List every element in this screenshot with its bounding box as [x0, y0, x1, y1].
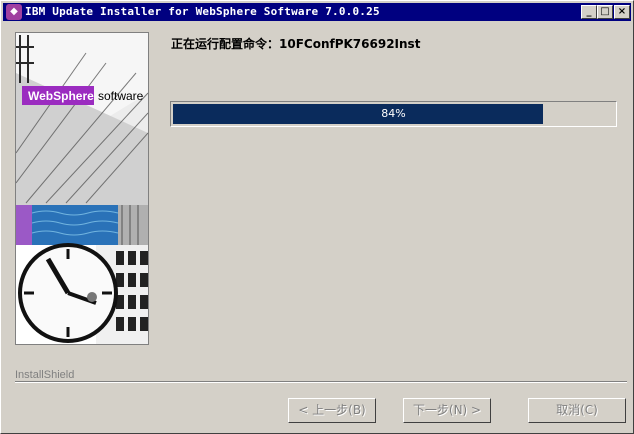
close-button[interactable]: × — [614, 5, 630, 19]
next-button[interactable]: 下一步(N) > — [403, 398, 491, 423]
progress-label: 84% — [381, 107, 406, 120]
websphere-side-graphic: WebSphere software — [16, 33, 148, 344]
installer-window: ◆ IBM Update Installer for WebSphere Sof… — [0, 0, 634, 434]
divider — [15, 381, 627, 383]
back-button[interactable]: < 上一步(B) — [288, 398, 376, 423]
side-image-panel: WebSphere software — [15, 32, 149, 345]
svg-text:software: software — [98, 89, 144, 103]
status-text: 正在运行配置命令：10FConfPK76692Inst — [171, 37, 421, 51]
maximize-button[interactable]: □ — [597, 5, 613, 19]
svg-text:WebSphere: WebSphere — [28, 89, 94, 103]
title-bar[interactable]: ◆ IBM Update Installer for WebSphere Sof… — [3, 3, 631, 21]
app-icon: ◆ — [6, 4, 22, 20]
window-title: IBM Update Installer for WebSphere Softw… — [25, 5, 380, 18]
progress-bar: 84% — [170, 101, 617, 127]
cancel-button[interactable]: 取消(C) — [528, 398, 626, 423]
minimize-button[interactable]: _ — [581, 5, 597, 19]
installshield-label: InstallShield — [15, 369, 79, 381]
